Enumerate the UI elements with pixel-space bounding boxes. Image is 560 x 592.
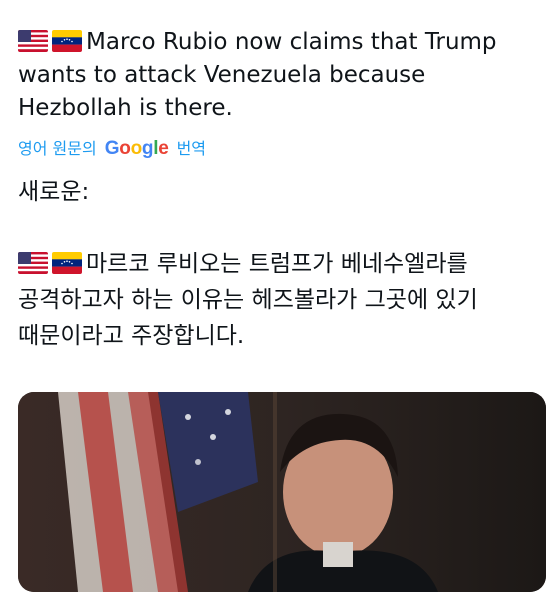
translated-text-3: 때문이라고 주장합니다. xyxy=(18,323,245,349)
translated-text-2: 공격하고자 하는 이유는 헤즈볼라가 그곳에 있기 xyxy=(18,287,478,313)
tweet-content: Marco Rubio now claims that Trump wants … xyxy=(0,0,560,592)
translation-suffix: 번역 xyxy=(176,139,207,158)
translation-prefix: 영어 원문의 xyxy=(18,139,97,158)
translated-line-2: 공격하고자 하는 이유는 헤즈볼라가 그곳에 있기 xyxy=(18,284,478,316)
tweet-media-thumbnail[interactable] xyxy=(18,392,546,592)
venezuela-flag-icon xyxy=(52,252,82,274)
translated-line-3: 때문이라고 주장합니다. xyxy=(18,320,244,352)
google-logo: Google xyxy=(104,138,169,159)
translated-text-1: 마르코 루비오는 트럼프가 베네수엘라를 xyxy=(86,251,468,277)
tweet-text-original-1: Marco Rubio now claims that Trump xyxy=(86,29,497,55)
venezuela-flag-icon xyxy=(52,30,82,52)
tweet-text-original-2: wants to attack Venezuela because xyxy=(18,62,426,88)
tweet-text-line-1: Marco Rubio now claims that Trump xyxy=(18,26,497,58)
us-flag-icon xyxy=(18,30,48,52)
translated-header: 새로운: xyxy=(18,179,90,205)
tweet-text-original-3: Hezbollah is there. xyxy=(18,95,233,121)
us-flag-icon xyxy=(18,252,48,274)
translated-line-1: 마르코 루비오는 트럼프가 베네수엘라를 xyxy=(18,248,468,280)
translation-link[interactable]: 영어 원문의 Google 번역 xyxy=(18,137,206,161)
media-image xyxy=(18,392,546,592)
tweet-text-line-3: Hezbollah is there. xyxy=(18,92,233,124)
tweet-text-line-2: wants to attack Venezuela because xyxy=(18,59,425,91)
